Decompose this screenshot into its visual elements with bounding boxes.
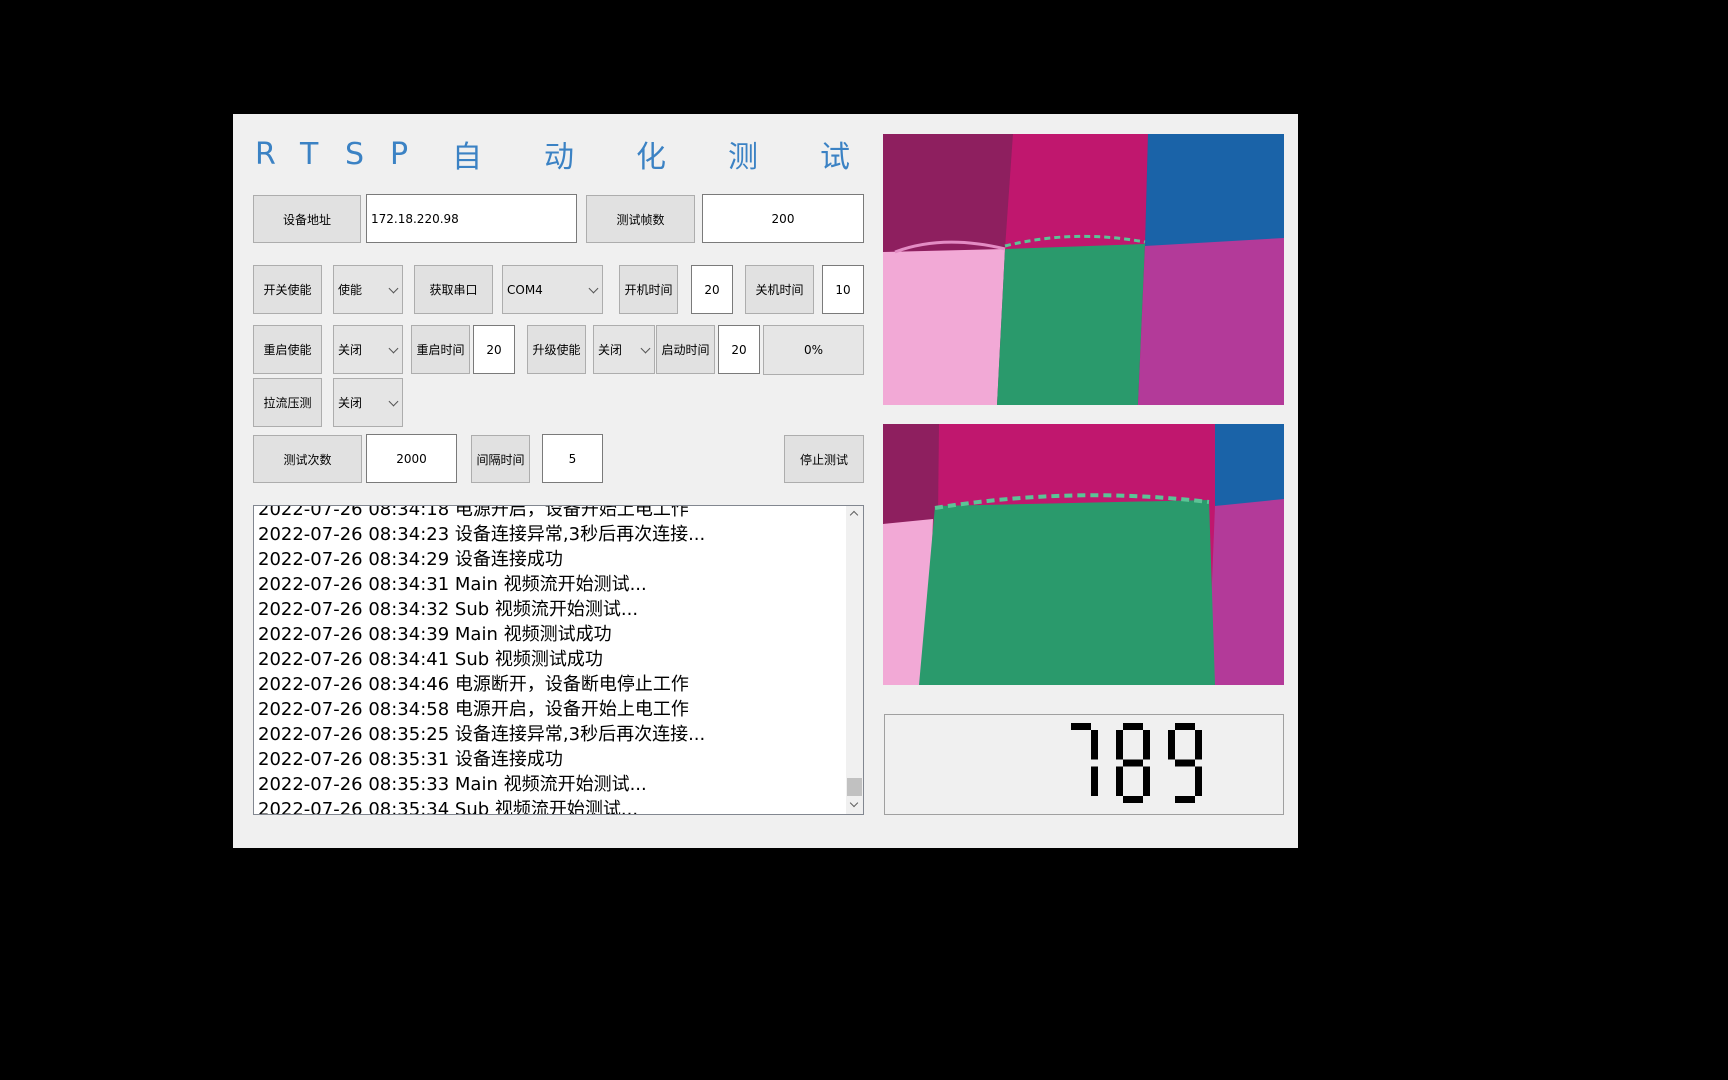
segment-a — [1071, 723, 1091, 730]
scrollbar-thumb[interactable] — [847, 778, 862, 796]
title-char: 自 — [452, 140, 482, 175]
log-line: 2022-07-26 08:34:29 设备连接成功 — [258, 549, 563, 570]
sub-stream-frame — [883, 424, 1284, 685]
segment-a — [1175, 723, 1195, 730]
upgrade-enable-button[interactable]: 升级使能 — [527, 325, 586, 374]
device-address-input[interactable]: 172.18.220.98 — [366, 194, 577, 243]
log-line: 2022-07-26 08:34:41 Sub 视频测试成功 — [258, 649, 603, 670]
power-off-time-button[interactable]: 关机时间 — [745, 265, 814, 314]
chevron-down-icon — [388, 283, 399, 293]
chevron-down-icon — [388, 343, 399, 353]
power-enable-button[interactable]: 开关使能 — [253, 265, 322, 314]
reboot-time-button[interactable]: 重启时间 — [411, 325, 470, 374]
chevron-down-icon — [388, 396, 399, 406]
stream-stress-button[interactable]: 拉流压测 — [253, 378, 322, 427]
chevron-down-icon — [640, 343, 651, 353]
upgrade-enable-select[interactable]: 关闭 — [593, 325, 655, 374]
test-frames-button[interactable]: 测试帧数 — [586, 195, 695, 243]
counter-digits — [1071, 723, 1202, 803]
power-enable-select[interactable]: 使能 — [333, 265, 403, 314]
log-line: 2022-07-26 08:34:18 电源开启，设备开始上电工作 — [258, 505, 689, 520]
main-stream-frame — [883, 134, 1284, 405]
segment-b — [1091, 730, 1098, 760]
segment-f — [1168, 730, 1175, 760]
start-time-button[interactable]: 启动时间 — [656, 325, 715, 374]
app-title: R T S P 自 动 化 测 试 — [255, 132, 855, 176]
log-line: 2022-07-26 08:34:58 电源开启，设备开始上电工作 — [258, 699, 689, 720]
segment-b — [1143, 730, 1150, 760]
test-frames-input[interactable]: 200 — [702, 194, 864, 243]
log-scrollbar[interactable] — [846, 506, 863, 814]
log-line: 2022-07-26 08:35:33 Main 视频流开始测试... — [258, 774, 647, 795]
log-lines: 2022-07-26 08:34:18 电源开启，设备开始上电工作 2022-0… — [258, 505, 843, 815]
log-line: 2022-07-26 08:34:23 设备连接异常,3秒后再次连接... — [258, 524, 706, 545]
title-char: P — [390, 136, 409, 172]
title-char: 试 — [820, 140, 850, 175]
stream-stress-select[interactable]: 关闭 — [333, 378, 403, 427]
sub-stream-video — [883, 424, 1284, 685]
interval-time-input[interactable]: 5 — [542, 434, 603, 483]
start-time-input[interactable]: 20 — [718, 325, 760, 374]
reboot-enable-value: 关闭 — [338, 343, 363, 357]
segment-c — [1195, 766, 1202, 796]
title-char: T — [300, 136, 319, 172]
segment-a — [1123, 723, 1143, 730]
progress-indicator: 0% — [763, 325, 864, 375]
power-off-time-input[interactable]: 10 — [822, 265, 864, 314]
log-line: 2022-07-26 08:35:25 设备连接异常,3秒后再次连接... — [258, 724, 706, 745]
main-stream-video — [883, 134, 1284, 405]
segment-b — [1195, 730, 1202, 760]
stop-test-button[interactable]: 停止测试 — [784, 435, 864, 483]
reboot-time-input[interactable]: 20 — [473, 325, 515, 374]
segment-c — [1143, 766, 1150, 796]
log-line: 2022-07-26 08:34:46 电源断开，设备断电停止工作 — [258, 674, 689, 695]
interval-time-button[interactable]: 间隔时间 — [471, 435, 530, 483]
reboot-enable-button[interactable]: 重启使能 — [253, 325, 322, 374]
log-line: 2022-07-26 08:35:34 Sub 视频流开始测试... — [258, 799, 639, 815]
device-address-button[interactable]: 设备地址 — [253, 195, 361, 243]
test-count-input[interactable]: 2000 — [366, 434, 457, 483]
scroll-up-icon[interactable] — [849, 510, 859, 520]
log-line: 2022-07-26 08:34:32 Sub 视频流开始测试... — [258, 599, 639, 620]
log-line: 2022-07-26 08:35:31 设备连接成功 — [258, 749, 563, 770]
segment-g — [1175, 759, 1195, 767]
stream-stress-value: 关闭 — [338, 396, 363, 410]
title-char: 动 — [544, 140, 574, 175]
counter-display: 789 — [884, 714, 1284, 815]
power-enable-value: 使能 — [338, 283, 363, 297]
power-on-time-input[interactable]: 20 — [691, 265, 733, 314]
segment-f — [1116, 730, 1123, 760]
segment-g — [1123, 759, 1143, 767]
get-port-button[interactable]: 获取串口 — [414, 265, 493, 314]
title-char: 测 — [728, 140, 758, 175]
test-count-button[interactable]: 测试次数 — [253, 435, 362, 483]
com-port-value: COM4 — [507, 282, 543, 297]
power-on-time-button[interactable]: 开机时间 — [619, 265, 678, 314]
upgrade-enable-value: 关闭 — [598, 343, 623, 357]
title-char: R — [255, 136, 276, 172]
scroll-down-icon[interactable] — [849, 798, 859, 808]
reboot-enable-select[interactable]: 关闭 — [333, 325, 403, 374]
com-port-select[interactable]: COM4 — [502, 265, 603, 314]
segment-d — [1175, 796, 1195, 803]
app-window: R T S P 自 动 化 测 试 设备地址 172.18.220.98 测试帧… — [233, 114, 1298, 848]
log-line: 2022-07-26 08:34:39 Main 视频测试成功 — [258, 624, 612, 645]
chevron-down-icon — [588, 283, 599, 293]
title-char: 化 — [636, 140, 666, 175]
log-textbox[interactable]: 2022-07-26 08:34:18 电源开启，设备开始上电工作 2022-0… — [253, 505, 864, 815]
log-line: 2022-07-26 08:34:31 Main 视频流开始测试... — [258, 574, 647, 595]
segment-c — [1091, 766, 1098, 796]
segment-e — [1116, 766, 1123, 796]
title-char: S — [345, 136, 365, 172]
segment-d — [1123, 796, 1143, 803]
